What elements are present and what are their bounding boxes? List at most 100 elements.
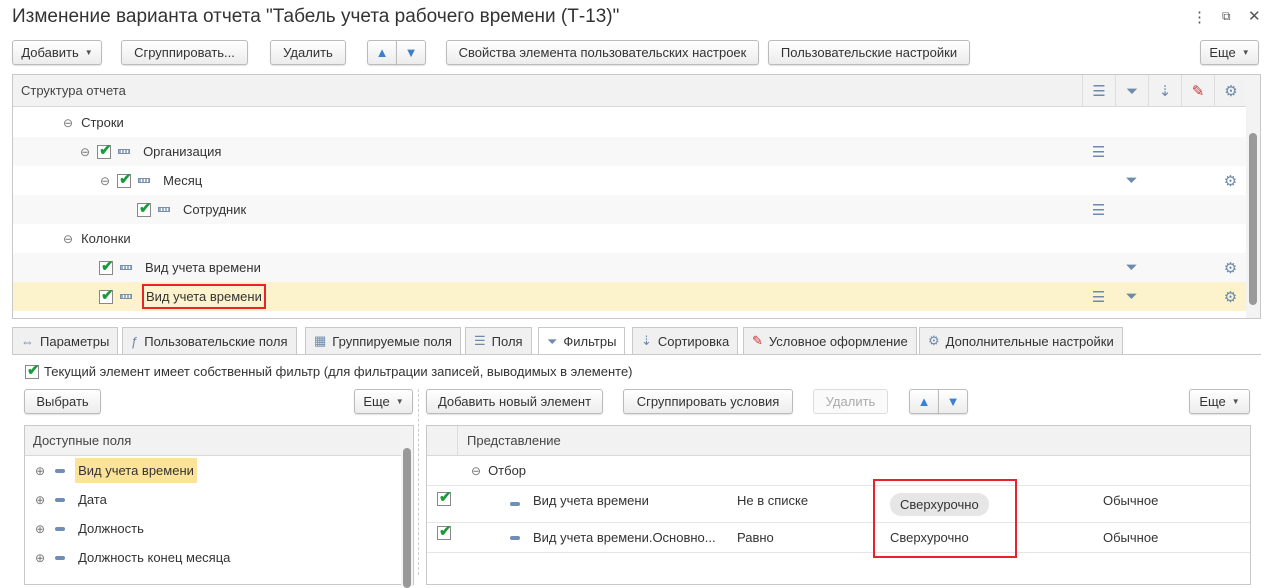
add-button[interactable]: Добавить ▼ <box>12 40 102 65</box>
tree-row[interactable]: ⊖ Строки <box>13 108 1246 137</box>
tab-grouping-fields[interactable]: ▦ Группируемые поля <box>305 327 461 354</box>
row-label: Месяц <box>163 173 203 188</box>
tab-additional-settings[interactable]: ⚙ Дополнительные настройки <box>919 327 1123 354</box>
tab-conditional-format[interactable]: ✎ Условное оформление <box>743 327 917 354</box>
sort-icon[interactable]: ⇣ <box>1148 75 1181 107</box>
caret-down-icon: ▼ <box>1231 397 1240 406</box>
highlight-box <box>873 479 1017 558</box>
checkbox[interactable] <box>117 170 132 188</box>
tab-sorting[interactable]: ⇣ Сортировка <box>632 327 739 354</box>
column-divider <box>457 426 458 456</box>
list-item[interactable]: ⊕ Вид учета времени <box>35 456 197 485</box>
filter-icon[interactable]: ⏷ <box>1115 282 1148 311</box>
more-vert-icon[interactable]: ⋮ <box>1192 8 1207 26</box>
right-more-button[interactable]: Еще ▼ <box>1189 389 1250 414</box>
tree-row[interactable]: Сотрудник ☰ <box>13 195 1246 224</box>
user-settings-button[interactable]: Пользовательские настройки <box>768 40 970 65</box>
scrollbar[interactable] <box>401 426 413 588</box>
user-fields-icon: ƒ <box>131 333 139 349</box>
filter-icon[interactable]: ⏷ <box>1115 253 1148 282</box>
expand-icon[interactable]: ⊕ <box>35 522 45 536</box>
parameters-icon: ⇔ <box>21 333 34 349</box>
expand-icon[interactable]: ⊕ <box>35 464 45 478</box>
field-icon <box>120 265 132 270</box>
restore-icon[interactable]: ⧉ <box>1222 9 1231 24</box>
close-icon[interactable]: ✕ <box>1248 7 1261 25</box>
filter-field: Вид учета времени.Основно... <box>533 530 716 545</box>
tab-fields[interactable]: ☰ Поля <box>465 327 532 354</box>
move-down-button[interactable]: ▼ <box>396 40 426 65</box>
settings-icon[interactable]: ⚙ <box>1214 75 1247 107</box>
filter-delete-button[interactable]: Удалить <box>813 389 888 414</box>
available-fields-list: Доступные поля ⊕ Вид учета времени ⊕ Дата … <box>24 425 414 588</box>
conditional-format-icon[interactable]: ✎ <box>1181 75 1214 107</box>
settings-icon[interactable]: ⚙ <box>1214 253 1247 282</box>
checkbox[interactable] <box>137 199 152 217</box>
expand-icon[interactable]: ⊕ <box>35 493 45 507</box>
checkbox[interactable] <box>97 141 112 159</box>
filter-table: Представление ⊖ Отбор Вид учета времени Н… <box>426 425 1251 585</box>
filter-up-button[interactable]: ▲ <box>909 389 939 414</box>
checkbox[interactable] <box>437 488 452 506</box>
select-button[interactable]: Выбрать <box>24 389 101 414</box>
tab-filters[interactable]: ⏷ Фильтры <box>538 327 626 355</box>
arrow-down-icon: ▼ <box>404 45 418 60</box>
filter-mode: Обычное <box>1103 493 1159 508</box>
move-up-button[interactable]: ▲ <box>367 40 397 65</box>
tab-label: Параметры <box>40 333 110 349</box>
fields-icon[interactable]: ☰ <box>1082 75 1115 107</box>
list-item[interactable]: ⊕ Дата <box>35 485 110 514</box>
collapse-icon[interactable]: ⊖ <box>63 232 73 246</box>
checkbox[interactable] <box>437 522 452 540</box>
collapse-icon[interactable]: ⊖ <box>100 174 110 188</box>
column-representation: Представление <box>467 433 561 448</box>
tree-row[interactable]: Вид учета времени ⏷ ⚙ <box>13 253 1246 282</box>
tabs-divider <box>12 354 1261 355</box>
tree-row-selected[interactable]: Вид учета времени ☰⏷ ⚙ <box>13 282 1246 311</box>
arrow-up-icon: ▲ <box>375 45 389 60</box>
caret-down-icon: ▼ <box>1241 48 1250 57</box>
collapse-icon[interactable]: ⊖ <box>471 464 481 478</box>
add-new-element-button[interactable]: Добавить новый элемент <box>426 389 603 414</box>
list-item[interactable]: ⊕ Должность <box>35 514 147 543</box>
scrollbar-thumb[interactable] <box>1249 133 1257 305</box>
filter-down-button[interactable]: ▼ <box>938 389 968 414</box>
delete-button[interactable]: Удалить <box>270 40 346 65</box>
checkbox[interactable] <box>99 286 114 304</box>
fields-icon[interactable]: ☰ <box>1082 282 1115 311</box>
collapse-icon[interactable]: ⊖ <box>63 116 73 130</box>
splitter[interactable] <box>418 389 419 575</box>
collapse-icon[interactable]: ⊖ <box>80 145 90 159</box>
group-conditions-button[interactable]: Сгруппировать условия <box>623 389 793 414</box>
own-filter-checkbox[interactable]: Текущий элемент имеет собственный фильтр… <box>25 361 633 379</box>
checkbox[interactable] <box>99 257 114 275</box>
tab-label: Группируемые поля <box>332 333 452 349</box>
expand-icon[interactable]: ⊕ <box>35 551 45 565</box>
tab-parameters[interactable]: ⇔ Параметры <box>12 327 119 354</box>
checkbox[interactable] <box>25 361 40 379</box>
row-label: Строки <box>81 115 124 130</box>
more-button[interactable]: Еще ▼ <box>1200 40 1259 65</box>
tab-user-fields[interactable]: ƒ Пользовательские поля <box>122 327 297 354</box>
left-more-button[interactable]: Еще ▼ <box>354 389 413 414</box>
tree-row[interactable]: ⊖ Организация ☰ <box>13 137 1246 166</box>
window-title: Изменение варианта отчета "Табель учета … <box>12 6 620 27</box>
filter-icon[interactable]: ⏷ <box>1115 166 1148 195</box>
tree-row[interactable]: ⊖ Месяц ⏷ ⚙ <box>13 166 1246 195</box>
settings-icon[interactable]: ⚙ <box>1214 282 1247 311</box>
filter-row[interactable]: Вид учета времени Не в списке Сверхурочн… <box>427 486 1250 523</box>
settings-icon[interactable]: ⚙ <box>1214 166 1247 195</box>
tree-row[interactable]: ⊖ Колонки <box>13 224 1246 253</box>
filter-row[interactable]: Вид учета времени.Основно... Равно Сверх… <box>427 522 1250 553</box>
conditional-format-icon: ✎ <box>752 333 763 348</box>
scrollbar-thumb[interactable] <box>403 448 411 588</box>
filter-group-row[interactable]: ⊖ Отбор <box>427 456 1250 486</box>
fields-icon[interactable]: ☰ <box>1082 195 1115 224</box>
filter-icon[interactable]: ⏷ <box>1115 75 1148 107</box>
group-button[interactable]: Сгруппировать... <box>121 40 248 65</box>
element-properties-button[interactable]: Свойства элемента пользовательских настр… <box>446 40 759 65</box>
scrollbar[interactable] <box>1246 75 1260 318</box>
structure-panel: Структура отчета ☰ ⏷ ⇣ ✎ ⚙ ⊖ Строки ⊖ Орга… <box>12 74 1261 319</box>
fields-icon[interactable]: ☰ <box>1082 137 1115 166</box>
list-item[interactable]: ⊕ Должность конец месяца <box>35 543 233 572</box>
